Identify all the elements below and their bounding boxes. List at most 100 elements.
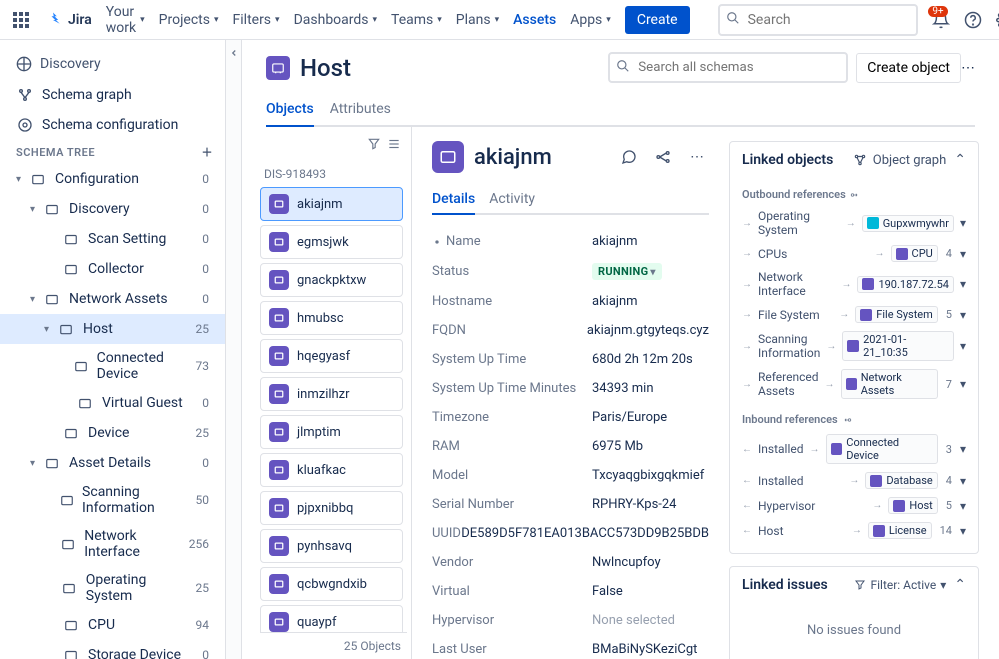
ref-chip[interactable]: 190.187.72.54 [857,276,954,293]
ref-chip[interactable]: 2021-01-21_10:35 [842,331,954,361]
kv-value[interactable]: 6975 Mb [592,439,709,454]
settings-icon[interactable] [996,4,999,36]
nav-apps[interactable]: Apps▾ [570,12,611,28]
expand-icon[interactable]: ▾ [960,474,966,488]
kv-value[interactable]: akiajnm [592,234,709,249]
ref-chip[interactable]: Database [865,472,937,489]
ref-chip[interactable]: CPU [891,245,938,262]
nav-dashboards[interactable]: Dashboards▾ [294,12,377,28]
notifications-icon[interactable]: 9+ [932,4,950,36]
list-item[interactable]: qcbwgndxib [260,567,403,601]
tree-item-host[interactable]: ▾Host25 [0,314,225,344]
kv-value[interactable]: None selected [592,613,709,628]
kv-value[interactable]: Paris/Europe [592,410,709,425]
list-item[interactable]: hmubsc [260,301,403,335]
tree-item-discovery[interactable]: ▾Discovery0 [0,194,225,224]
network-icon[interactable] [651,145,675,169]
list-item[interactable]: pynhsavq [260,529,403,563]
tree-item-scan-setting[interactable]: Scan Setting0 [0,224,225,254]
schema-graph-link[interactable]: Schema graph [0,80,225,110]
tree-item-network-interface[interactable]: Network Interface256 [0,522,225,566]
expand-icon[interactable]: ▾ [960,308,966,322]
view-list-icon[interactable] [387,137,401,155]
list-item[interactable]: quaypf [260,605,403,632]
tree-item-virtual-guest[interactable]: Virtual Guest0 [0,388,225,418]
kv-value[interactable]: 34393 min [592,381,709,396]
sidebar-collapse-handle[interactable] [226,40,242,659]
chevron-icon[interactable]: ▾ [16,174,21,185]
kv-value[interactable]: akiajnm.gtgyteqs.cyz [587,323,709,338]
schema-search-input[interactable] [608,52,848,83]
workspace-selector[interactable]: Discovery [0,48,225,80]
list-item[interactable]: kluafkac [260,453,403,487]
help-icon[interactable] [964,4,982,36]
nav-plans[interactable]: Plans▾ [456,12,499,28]
kv-value[interactable]: akiajnm [592,294,709,309]
search-input[interactable] [718,4,918,36]
expand-icon[interactable]: ▾ [960,216,966,230]
linked-issues-header[interactable]: Linked issues Filter: Active▾ ⌃ [730,567,978,603]
tree-item-collector[interactable]: Collector0 [0,254,225,284]
expand-icon[interactable]: ▾ [960,442,966,456]
tree-item-device[interactable]: Device25 [0,418,225,448]
list-item[interactable]: inmzilhzr [260,377,403,411]
more-actions-icon[interactable]: ⋯ [961,60,975,76]
list-item[interactable]: hqegyasf [260,339,403,373]
detail-tab-activity[interactable]: Activity [489,185,535,215]
ref-chip[interactable]: Network Assets [841,369,938,399]
create-button[interactable]: Create [625,6,690,34]
linked-objects-header[interactable]: Linked objects Object graph ⌃ [730,142,978,178]
kv-value[interactable]: 680d 2h 12m 20s [592,352,709,367]
kv-value[interactable]: False [592,584,709,599]
filter-icon[interactable] [367,137,381,155]
chevron-icon[interactable]: ▾ [30,204,35,215]
nav-teams[interactable]: Teams▾ [391,12,442,28]
inbound-header[interactable]: Inbound references [742,409,966,430]
list-item[interactable]: egmsjwk [260,225,403,259]
list-item[interactable]: akiajnm [260,187,403,221]
kv-value[interactable]: RUNNING [592,263,709,280]
detail-tab-details[interactable]: Details [432,185,475,215]
ref-chip[interactable]: Gupxwmywhr [862,215,954,232]
nav-your-work[interactable]: Your work▾ [106,4,145,36]
tree-item-storage-device[interactable]: Storage Device0 [0,640,225,659]
tree-item-cpu[interactable]: CPU94 [0,610,225,640]
schema-configuration-link[interactable]: Schema configuration [0,110,225,140]
kv-value[interactable]: DE589D5F781EA013BACC573DD9B25BDB [461,526,709,541]
tab-objects[interactable]: Objects [266,93,314,127]
ref-chip[interactable]: Connected Device [826,434,938,464]
outbound-header[interactable]: Outbound references [742,184,966,205]
nav-filters[interactable]: Filters▾ [233,12,280,28]
tree-item-connected-device[interactable]: Connected Device73 [0,344,225,388]
kv-value[interactable]: BMaBiNySKeziCgt [592,642,709,657]
ref-chip[interactable]: License [868,522,932,539]
object-graph-button[interactable]: Object graph [853,153,947,168]
chevron-icon[interactable]: ▾ [30,458,35,469]
tree-item-scanning-information[interactable]: Scanning Information50 [0,478,225,522]
expand-icon[interactable]: ▾ [960,339,966,353]
tree-item-asset-details[interactable]: ▾Asset Details0 [0,448,225,478]
chevron-icon[interactable]: ▾ [30,294,35,305]
jira-logo[interactable]: Jira [44,11,92,29]
filter-active-dropdown[interactable]: Filter: Active▾ [854,578,946,592]
kv-value[interactable]: RPHRY-Kps-24 [592,497,709,512]
feedback-icon[interactable] [617,145,641,169]
list-item[interactable]: pjpxnibbq [260,491,403,525]
nav-assets[interactable]: Assets [513,12,556,28]
list-item[interactable]: jlmptim [260,415,403,449]
tab-attributes[interactable]: Attributes [330,93,391,127]
tree-item-network-assets[interactable]: ▾Network Assets0 [0,284,225,314]
expand-icon[interactable]: ▾ [960,499,966,513]
expand-icon[interactable]: ▾ [960,277,966,291]
kv-value[interactable]: Txcyaqgbixgqkmief [592,468,709,483]
expand-icon[interactable]: ▾ [960,524,966,538]
detail-more-icon[interactable]: ⋯ [685,145,709,169]
ref-chip[interactable]: Host [888,497,937,514]
expand-icon[interactable]: ▾ [960,377,966,391]
nav-projects[interactable]: Projects▾ [159,12,219,28]
tree-item-configuration[interactable]: ▾Configuration0 [0,164,225,194]
create-object-button[interactable]: Create object [856,53,961,83]
app-switcher-icon[interactable] [12,4,30,36]
expand-icon[interactable]: ▾ [960,247,966,261]
tree-item-operating-system[interactable]: Operating System25 [0,566,225,610]
